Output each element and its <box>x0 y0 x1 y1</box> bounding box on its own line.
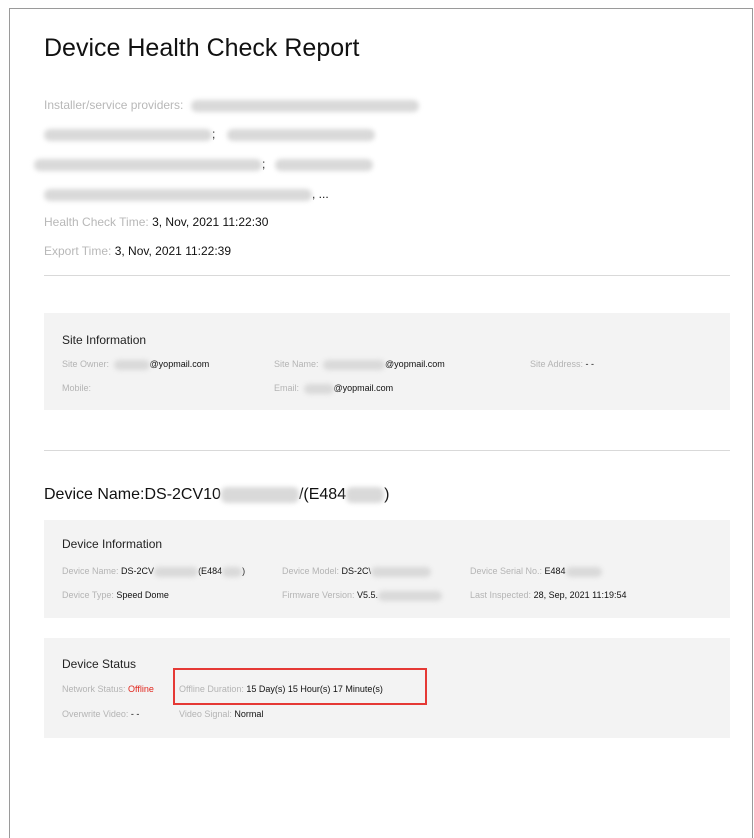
device-info-panel: Device Information Device Name: DS-2CV (E… <box>44 520 730 618</box>
site-address-value: - - <box>585 359 595 369</box>
divider <box>44 450 730 451</box>
device-name-value-c: ) <box>242 566 246 576</box>
separator: ; <box>212 127 216 141</box>
device-name-value-b: (E484 <box>198 566 223 576</box>
device-status-title: Device Status <box>62 657 137 671</box>
redacted-text <box>371 566 432 577</box>
offline-duration-highlight-box <box>173 668 427 705</box>
ellipsis: , ... <box>312 187 329 201</box>
device-type-value: Speed Dome <box>116 590 169 600</box>
site-owner-value: @yopmail.com <box>149 359 210 369</box>
device-model-label: Device Model: <box>282 566 340 576</box>
device-info-title: Device Information <box>62 537 163 551</box>
device-serial-value: E484 <box>544 566 566 576</box>
last-inspected-label: Last Inspected: <box>470 590 532 600</box>
redacted-text <box>222 566 243 577</box>
network-status-value: Offline <box>128 684 154 694</box>
last-inspected-value: 28, Sep, 2021 11:19:54 <box>533 590 627 600</box>
firmware-label: Firmware Version: <box>282 590 355 600</box>
site-owner-label: Site Owner: <box>62 359 110 369</box>
installer-row: Installer/service providers: <box>44 98 419 112</box>
last-inspected-field: Last Inspected: 28, Sep, 2021 11:19:54 <box>470 590 626 600</box>
device-name-label: Device Name: <box>62 566 119 576</box>
site-info-title: Site Information <box>62 333 147 347</box>
firmware-value: V5.5. <box>357 590 379 600</box>
export-time-value: 3, Nov, 2021 11:22:39 <box>114 244 232 258</box>
overwrite-video-field: Overwrite Video: - - <box>62 709 139 719</box>
email-field: Email: @yopmail.com <box>274 383 393 394</box>
device-heading: Device Name:DS-2CV10 /(E484) <box>44 486 389 504</box>
network-status-field: Network Status: Offline <box>62 684 154 694</box>
redacted-text <box>220 486 299 503</box>
video-signal-value: Normal <box>234 709 264 719</box>
export-time-label: Export Time: <box>44 244 112 258</box>
device-name-value-a: DS-2CV <box>121 566 155 576</box>
mobile-label: Mobile: <box>62 383 92 393</box>
installer-row-3: ; <box>34 157 373 171</box>
export-time-row: Export Time: 3, Nov, 2021 11:22:39 <box>44 244 231 258</box>
site-name-label: Site Name: <box>274 359 319 369</box>
redacted-text <box>44 188 312 201</box>
redacted-text <box>154 566 199 577</box>
redacted-text <box>378 590 443 601</box>
installer-label: Installer/service providers: <box>44 98 184 112</box>
separator: ; <box>262 157 266 171</box>
report-title: Device Health Check Report <box>44 34 360 62</box>
redacted-text <box>303 383 334 394</box>
installer-row-4: , ... <box>44 187 329 201</box>
redacted-text <box>44 128 212 141</box>
network-status-label: Network Status: <box>62 684 126 694</box>
overwrite-video-label: Overwrite Video: <box>62 709 129 719</box>
redacted-text <box>323 359 386 370</box>
redacted-text <box>34 158 262 171</box>
redacted-text <box>565 566 602 577</box>
device-name-field: Device Name: DS-2CV (E484) <box>62 566 245 577</box>
video-signal-label: Video Signal: <box>179 709 232 719</box>
video-signal-field: Video Signal: Normal <box>179 709 263 719</box>
site-address-label: Site Address: <box>530 359 584 369</box>
firmware-field: Firmware Version: V5.5. <box>282 590 443 601</box>
email-label: Email: <box>274 383 300 393</box>
redacted-text <box>113 359 150 370</box>
mobile-field: Mobile: <box>62 383 91 393</box>
site-owner-field: Site Owner: @yopmail.com <box>62 359 209 370</box>
redacted-text <box>190 99 419 112</box>
health-check-row: Health Check Time: 3, Nov, 2021 11:22:30 <box>44 215 268 229</box>
device-type-label: Device Type: <box>62 590 114 600</box>
device-model-value: DS-2C\ <box>341 566 372 576</box>
site-info-panel: Site Information Site Owner: @yopmail.co… <box>44 313 730 410</box>
device-heading-mid: /(E484 <box>298 486 347 503</box>
device-type-field: Device Type: Speed Dome <box>62 590 169 600</box>
redacted-text <box>346 486 385 503</box>
email-value: @yopmail.com <box>333 383 394 393</box>
device-heading-suffix: ) <box>384 486 390 503</box>
health-check-label: Health Check Time: <box>44 215 149 229</box>
site-address-field: Site Address: - - <box>530 359 594 369</box>
site-name-field: Site Name: @yopmail.com <box>274 359 445 370</box>
device-heading-prefix: Device Name:DS-2CV10 <box>44 486 221 503</box>
device-serial-field: Device Serial No.: E484 <box>470 566 602 577</box>
site-name-value: @yopmail.com <box>385 359 445 369</box>
divider <box>44 275 730 276</box>
device-model-field: Device Model: DS-2C\ <box>282 566 432 577</box>
redacted-text <box>274 158 373 171</box>
installer-row-2: ; <box>44 127 375 141</box>
device-serial-label: Device Serial No.: <box>470 566 543 576</box>
redacted-text <box>226 128 375 141</box>
overwrite-video-value: - - <box>130 709 140 719</box>
health-check-value: 3, Nov, 2021 11:22:30 <box>152 215 269 229</box>
